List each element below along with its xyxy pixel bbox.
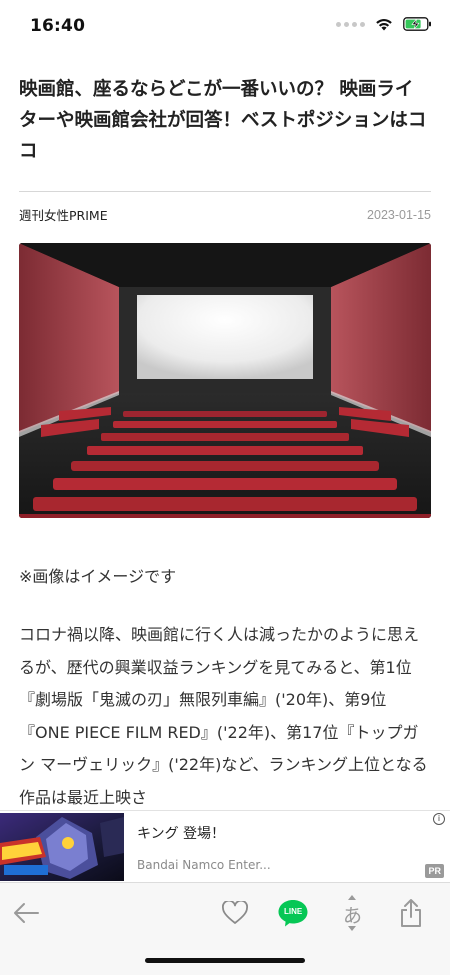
share-icon — [401, 899, 421, 927]
battery-charging-icon — [403, 17, 431, 31]
image-caption: ※画像はイメージです — [19, 567, 177, 586]
status-icons — [336, 17, 432, 31]
wifi-icon — [376, 19, 392, 31]
ad-banner[interactable]: キング 登場！ Bandai Namco Enter... i PR — [0, 810, 450, 883]
status-bar: 16:40 — [0, 0, 450, 54]
divider — [19, 191, 431, 192]
share-button[interactable] — [389, 891, 433, 935]
font-glyph: あ — [343, 905, 363, 927]
ad-info-icon[interactable]: i — [433, 813, 445, 825]
article-body: コロナ禍以降、映画館に行く人は減ったかのように思えるが、歴代の興業収益ランキング… — [19, 625, 428, 807]
ad-thumbnail[interactable] — [0, 813, 124, 881]
like-button[interactable] — [213, 891, 257, 935]
article-meta: 週刊女性PRIME 2023-01-15 — [19, 205, 431, 224]
ad-pr-badge: PR — [425, 864, 444, 878]
cinema-auditorium-illustration — [19, 243, 431, 518]
article-title: 映画館、座るならどこが一番いいの？ 映画ライターや映画館会社が回答！ベストポジシ… — [19, 79, 427, 162]
article-hero-image[interactable] — [19, 243, 431, 518]
home-indicator[interactable] — [145, 958, 305, 963]
ad-title[interactable]: キング 登場！ — [137, 823, 225, 843]
signal-dots-icon — [336, 21, 365, 27]
ad-game-art-illustration — [0, 813, 124, 881]
line-share-button[interactable]: LINE — [271, 891, 315, 935]
status-time: 16:40 — [30, 16, 86, 36]
heart-icon — [222, 901, 248, 924]
line-label: LINE — [284, 907, 303, 916]
article-header: 映画館、座るならどこが一番いいの？ 映画ライターや映画館会社が回答！ベストポジシ… — [19, 74, 431, 224]
font-size-button[interactable]: あ — [330, 891, 374, 935]
ad-sponsor: Bandai Namco Enter... — [137, 858, 271, 872]
back-button[interactable] — [4, 891, 48, 935]
article-date: 2023-01-15 — [367, 207, 431, 222]
article-source[interactable]: 週刊女性PRIME — [19, 205, 108, 224]
back-arrow-icon — [14, 903, 39, 923]
